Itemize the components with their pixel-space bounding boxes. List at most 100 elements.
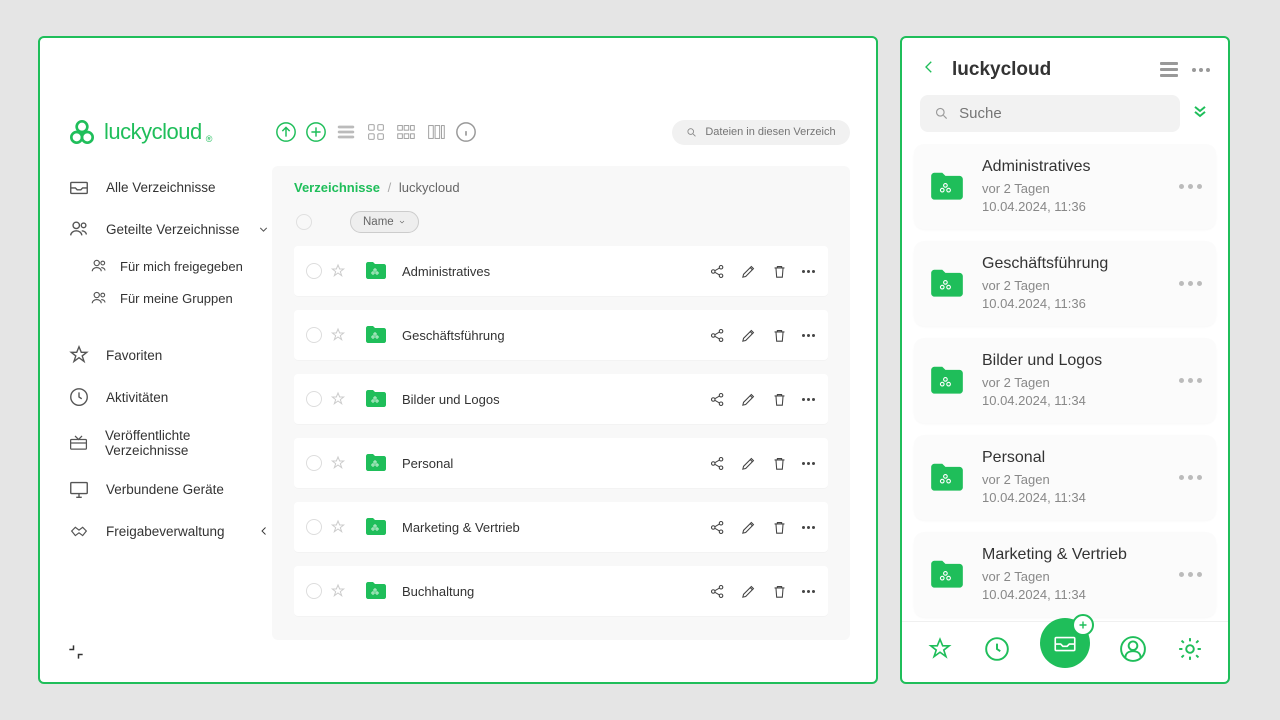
select-radio[interactable] bbox=[306, 391, 322, 407]
delete-button[interactable] bbox=[771, 519, 788, 536]
sort-pill[interactable]: Name bbox=[350, 211, 419, 233]
more-button[interactable] bbox=[802, 590, 818, 593]
star-icon[interactable] bbox=[330, 263, 346, 279]
share-button[interactable] bbox=[709, 327, 726, 344]
file-row[interactable]: Buchhaltung bbox=[294, 566, 828, 616]
file-name: Bilder und Logos bbox=[402, 392, 500, 407]
expand-button[interactable] bbox=[1190, 101, 1210, 126]
search-bar[interactable] bbox=[672, 120, 850, 145]
star-icon[interactable] bbox=[330, 391, 346, 407]
sidebar-item-published[interactable]: Veröffentlichte Verzeichnisse bbox=[66, 418, 272, 468]
back-button[interactable] bbox=[920, 58, 938, 81]
collapse-sidebar-button[interactable] bbox=[66, 642, 86, 662]
sidebar-item-label: Alle Verzeichnisse bbox=[106, 180, 216, 195]
star-icon[interactable] bbox=[330, 519, 346, 535]
share-button[interactable] bbox=[709, 391, 726, 408]
more-button[interactable] bbox=[802, 270, 818, 273]
select-all-radio[interactable] bbox=[296, 214, 312, 230]
sidebar-item-all[interactable]: Alle Verzeichnisse bbox=[66, 166, 272, 208]
delete-button[interactable] bbox=[771, 391, 788, 408]
select-radio[interactable] bbox=[306, 455, 322, 471]
folder-icon bbox=[364, 515, 388, 539]
sidebar-item-devices[interactable]: Verbundene Geräte bbox=[66, 468, 272, 510]
tab-profile[interactable] bbox=[1120, 636, 1146, 667]
search-input[interactable] bbox=[705, 126, 836, 138]
new-button[interactable] bbox=[304, 120, 328, 144]
share-button[interactable] bbox=[709, 455, 726, 472]
edit-button[interactable] bbox=[740, 263, 757, 280]
share-button[interactable] bbox=[709, 519, 726, 536]
more-button[interactable] bbox=[1179, 184, 1202, 189]
mobile-search-input[interactable] bbox=[959, 105, 1166, 122]
desktop-panel: luckycloud ® Alle Verzeichnisse Geteilte… bbox=[38, 36, 878, 684]
file-row[interactable]: Bilder und Logos bbox=[294, 374, 828, 424]
mobile-tabbar bbox=[902, 621, 1228, 682]
edit-button[interactable] bbox=[740, 583, 757, 600]
more-button[interactable] bbox=[802, 334, 818, 337]
more-button[interactable] bbox=[1179, 475, 1202, 480]
mobile-file-item[interactable]: Personal vor 2 Tagen10.04.2024, 11:34 bbox=[914, 435, 1216, 520]
select-radio[interactable] bbox=[306, 263, 322, 279]
mobile-search-bar[interactable] bbox=[920, 95, 1180, 132]
delete-button[interactable] bbox=[771, 263, 788, 280]
edit-button[interactable] bbox=[740, 455, 757, 472]
more-button[interactable] bbox=[802, 526, 818, 529]
sidebar-item-label: Für meine Gruppen bbox=[120, 291, 233, 306]
sidebar-item-activities[interactable]: Aktivitäten bbox=[66, 376, 272, 418]
column-header: Name bbox=[272, 207, 850, 241]
file-row[interactable]: Personal bbox=[294, 438, 828, 488]
star-icon[interactable] bbox=[330, 455, 346, 471]
sidebar-item-sharing-admin[interactable]: Freigabeverwaltung bbox=[66, 510, 272, 552]
upload-button[interactable] bbox=[274, 120, 298, 144]
more-button[interactable] bbox=[802, 398, 818, 401]
view-columns-button[interactable] bbox=[424, 120, 448, 144]
file-row[interactable]: Geschäftsführung bbox=[294, 310, 828, 360]
breadcrumb-root[interactable]: Verzeichnisse bbox=[294, 180, 380, 195]
tab-settings[interactable] bbox=[1177, 636, 1203, 667]
more-button[interactable] bbox=[1192, 68, 1210, 72]
mobile-file-item[interactable]: Geschäftsführung vor 2 Tagen10.04.2024, … bbox=[914, 241, 1216, 326]
tab-history[interactable] bbox=[984, 636, 1010, 667]
select-radio[interactable] bbox=[306, 519, 322, 535]
edit-button[interactable] bbox=[740, 391, 757, 408]
breadcrumb: Verzeichnisse / luckycloud bbox=[272, 166, 850, 207]
fab-add-button[interactable] bbox=[1072, 614, 1094, 636]
file-name: Buchhaltung bbox=[402, 584, 474, 599]
tab-favorites[interactable] bbox=[927, 636, 953, 667]
more-button[interactable] bbox=[802, 462, 818, 465]
sidebar-item-shared[interactable]: Geteilte Verzeichnisse bbox=[66, 208, 272, 250]
star-icon[interactable] bbox=[330, 327, 346, 343]
select-radio[interactable] bbox=[306, 327, 322, 343]
mobile-file-item[interactable]: Marketing & Vertrieb vor 2 Tagen10.04.20… bbox=[914, 532, 1216, 617]
publish-icon bbox=[68, 432, 89, 454]
select-radio[interactable] bbox=[306, 583, 322, 599]
more-button[interactable] bbox=[1179, 572, 1202, 577]
fab-files[interactable] bbox=[1040, 618, 1090, 668]
share-button[interactable] bbox=[709, 263, 726, 280]
folder-icon bbox=[364, 387, 388, 411]
info-button[interactable] bbox=[454, 120, 478, 144]
star-icon[interactable] bbox=[330, 583, 346, 599]
view-list-button[interactable] bbox=[334, 120, 358, 144]
users-icon bbox=[90, 289, 108, 307]
edit-button[interactable] bbox=[740, 519, 757, 536]
view-grid2-button[interactable] bbox=[394, 120, 418, 144]
more-button[interactable] bbox=[1179, 281, 1202, 286]
delete-button[interactable] bbox=[771, 583, 788, 600]
mobile-file-item[interactable]: Bilder und Logos vor 2 Tagen10.04.2024, … bbox=[914, 338, 1216, 423]
more-button[interactable] bbox=[1179, 378, 1202, 383]
sidebar: Alle Verzeichnisse Geteilte Verzeichniss… bbox=[66, 166, 276, 640]
sidebar-item-my-groups[interactable]: Für meine Gruppen bbox=[88, 282, 272, 314]
share-button[interactable] bbox=[709, 583, 726, 600]
mobile-file-item[interactable]: Administratives vor 2 Tagen10.04.2024, 1… bbox=[914, 144, 1216, 229]
sidebar-item-shared-with-me[interactable]: Für mich freigegeben bbox=[88, 250, 272, 282]
sidebar-item-favorites[interactable]: Favoriten bbox=[66, 334, 272, 376]
file-row[interactable]: Marketing & Vertrieb bbox=[294, 502, 828, 552]
menu-button[interactable] bbox=[1160, 62, 1178, 77]
file-row[interactable]: Administratives bbox=[294, 246, 828, 296]
brand-logo[interactable]: luckycloud ® bbox=[66, 116, 274, 148]
delete-button[interactable] bbox=[771, 327, 788, 344]
delete-button[interactable] bbox=[771, 455, 788, 472]
edit-button[interactable] bbox=[740, 327, 757, 344]
view-grid-button[interactable] bbox=[364, 120, 388, 144]
